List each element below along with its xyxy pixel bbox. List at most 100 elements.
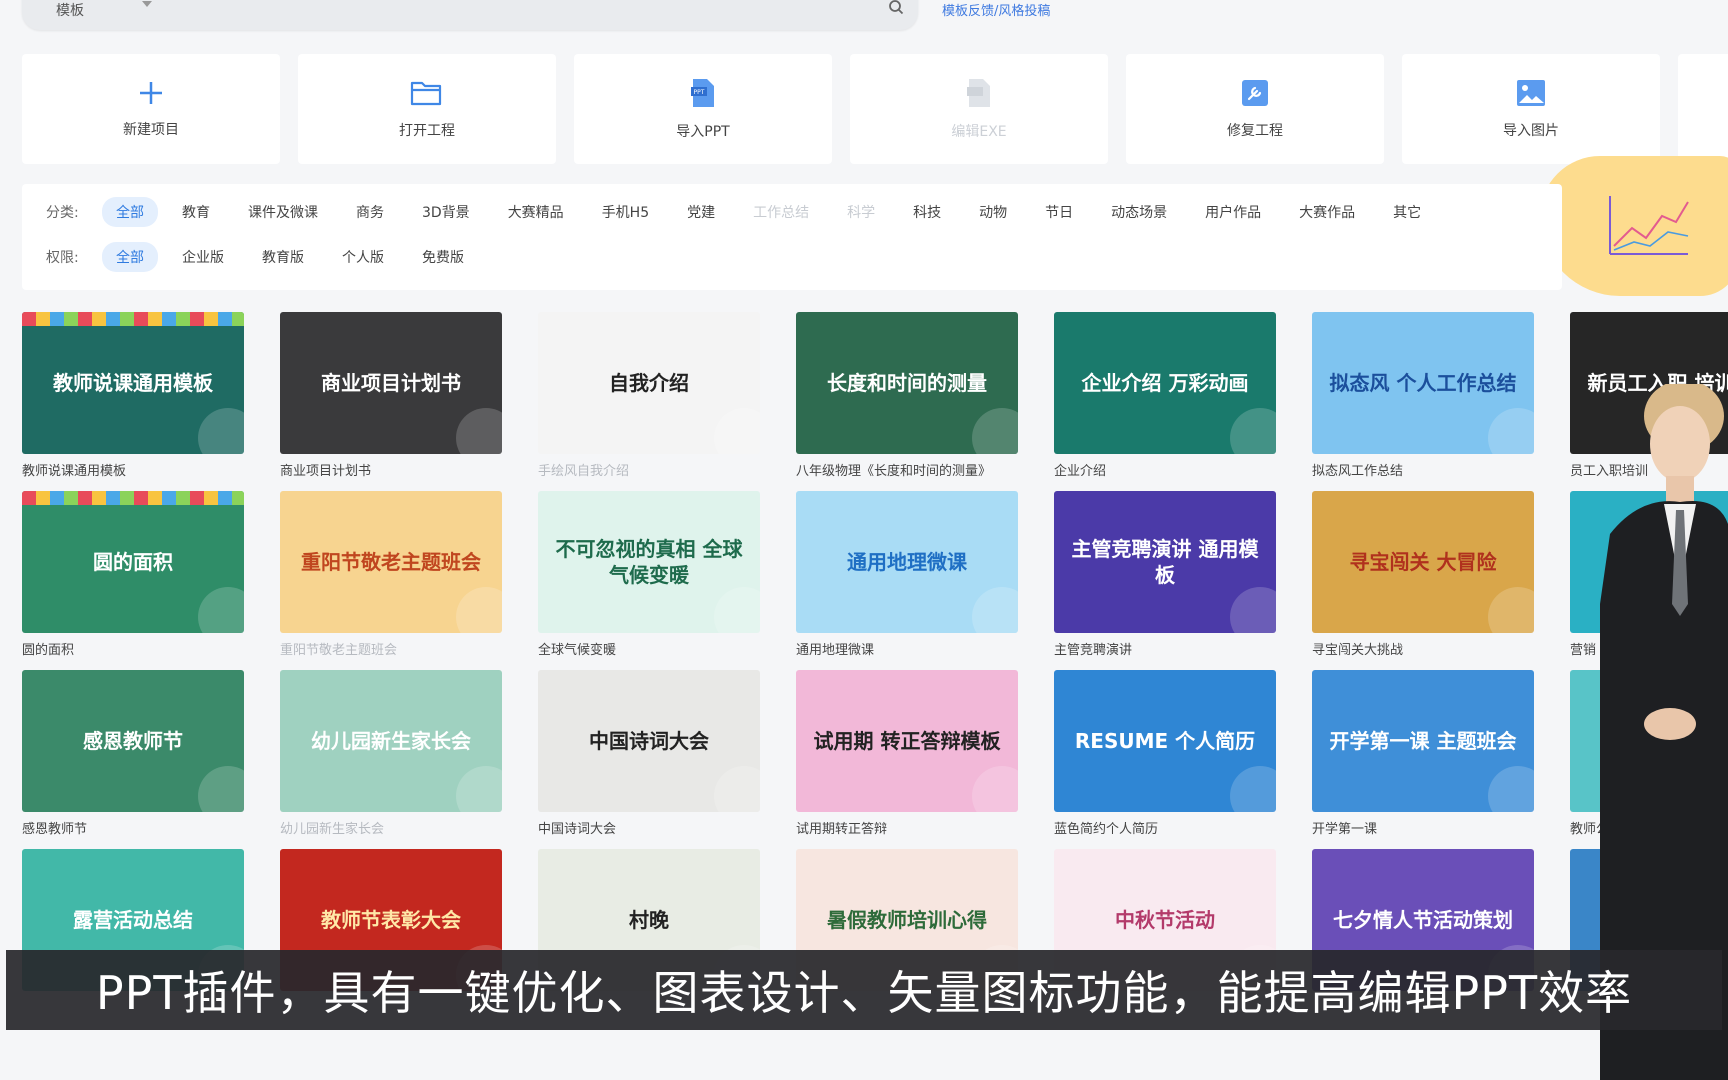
template-thumbnail[interactable]: 不可忽视的真相 全球气候变暖 <box>538 491 760 633</box>
template-caption[interactable]: 通用地理微课 <box>796 639 1018 658</box>
template-caption[interactable]: 企业介绍 <box>1054 460 1276 479</box>
template-card[interactable]: 商业项目计划书 商业项目计划书 <box>280 312 502 479</box>
template-caption[interactable]: 圆的面积 <box>22 639 244 658</box>
template-thumbnail[interactable]: 长度和时间的测量 <box>796 312 1018 454</box>
bunting-decoration <box>22 312 244 326</box>
template-card[interactable]: 长度和时间的测量八年级物理《长度和时间的测量》 <box>796 312 1018 479</box>
thumbnail-decoration <box>1488 766 1534 812</box>
template-caption[interactable]: 商业项目计划书 <box>280 460 502 479</box>
template-thumbnail-title: 七夕情人节活动策划 <box>1333 908 1513 932</box>
import-ppt-button[interactable]: PPT 导入PPT <box>574 54 832 164</box>
category-chip[interactable]: 商务 <box>342 197 398 227</box>
template-thumbnail-title: 村晚 <box>629 908 669 932</box>
template-caption[interactable]: 试用期转正答辩 <box>796 818 1018 837</box>
category-chip[interactable]: 工作总结 <box>739 197 823 227</box>
template-thumbnail[interactable]: 重阳节敬老主题班会 <box>280 491 502 633</box>
new-project-button[interactable]: 新建项目 <box>22 54 280 164</box>
import-image-button[interactable]: 导入图片 <box>1402 54 1660 164</box>
template-thumbnail[interactable]: 圆的面积 <box>22 491 244 633</box>
category-chip[interactable]: 动物 <box>965 197 1021 227</box>
filter-panel: 分类: 全部 教育 课件及微课 商务 3D背景 大赛精品 手机H5 党建 工作总结 科学 科技 动物节… <box>22 184 1562 290</box>
permission-chip[interactable]: 企业版 <box>168 242 238 272</box>
template-thumbnail[interactable]: 试用期 转正答辩模板 <box>796 670 1018 812</box>
category-chip[interactable]: 大赛作品 <box>1285 197 1369 227</box>
template-card[interactable]: 重阳节敬老主题班会 重阳节敬老主题班会 <box>280 491 502 658</box>
template-card[interactable]: 圆的面积 圆的面积 <box>22 491 244 658</box>
template-thumbnail-title: 重阳节敬老主题班会 <box>301 550 481 574</box>
template-thumbnail[interactable]: 通用地理微课 <box>796 491 1018 633</box>
category-chip[interactable]: 节日 <box>1031 197 1087 227</box>
template-card[interactable]: RESUME 个人简历蓝色简约个人简历 <box>1054 670 1276 837</box>
template-caption[interactable]: 八年级物理《长度和时间的测量》 <box>796 460 1018 479</box>
template-card[interactable]: 中国诗词大会 中国诗词大会 <box>538 670 760 837</box>
template-caption[interactable]: 全球气候变暖 <box>538 639 760 658</box>
template-card[interactable]: 感恩教师节 感恩教师节 <box>22 670 244 837</box>
template-caption[interactable]: 中国诗词大会 <box>538 818 760 837</box>
template-card[interactable]: 幼儿园新生家长会 幼儿园新生家长会 <box>280 670 502 837</box>
permission-chip[interactable]: 个人版 <box>328 242 398 272</box>
template-thumbnail[interactable]: 开学第一课 主题班会 <box>1312 670 1534 812</box>
template-thumbnail[interactable]: 幼儿园新生家长会 <box>280 670 502 812</box>
category-chip[interactable]: 科技 <box>899 197 955 227</box>
template-caption[interactable]: 感恩教师节 <box>22 818 244 837</box>
template-thumbnail[interactable]: RESUME 个人简历 <box>1054 670 1276 812</box>
category-chip[interactable]: 大赛精品 <box>494 197 578 227</box>
open-project-button[interactable]: 打开工程 <box>298 54 556 164</box>
category-chip[interactable]: 用户作品 <box>1191 197 1275 227</box>
template-thumbnail-title: 自我介绍 <box>609 371 689 395</box>
template-thumbnail[interactable]: 寻宝闯关 大冒险 <box>1312 491 1534 633</box>
chevron-down-icon[interactable] <box>142 1 152 7</box>
template-caption[interactable]: 幼儿园新生家长会 <box>280 818 502 837</box>
template-card[interactable]: 主管竞聘演讲 通用模板主管竞聘演讲 <box>1054 491 1276 658</box>
category-chip[interactable]: 手机H5 <box>588 197 663 227</box>
edit-exe-button[interactable]: 编辑EXE <box>850 54 1108 164</box>
template-caption[interactable]: 教师说课通用模板 <box>22 460 244 479</box>
template-card[interactable]: 不可忽视的真相 全球气候变暖全球气候变暖 <box>538 491 760 658</box>
template-thumbnail[interactable]: 教师说课通用模板 <box>22 312 244 454</box>
template-card[interactable]: 寻宝闯关 大冒险寻宝闯关大挑战 <box>1312 491 1534 658</box>
template-caption[interactable]: 重阳节敬老主题班会 <box>280 639 502 658</box>
permission-chip[interactable]: 全部 <box>102 242 158 272</box>
template-card[interactable]: 通用地理微课 通用地理微课 <box>796 491 1018 658</box>
template-feedback-link[interactable]: 模板反馈/风格投稿 <box>942 0 1050 19</box>
template-thumbnail[interactable]: 拟态风 个人工作总结 <box>1312 312 1534 454</box>
template-caption[interactable]: 开学第一课 <box>1312 818 1534 837</box>
search-icon[interactable] <box>888 0 904 15</box>
category-chip[interactable]: 其它 <box>1379 197 1435 227</box>
permission-label: 权限: <box>46 250 79 266</box>
template-thumbnail[interactable]: 企业介绍 万彩动画 <box>1054 312 1276 454</box>
template-card[interactable]: 自我介绍手绘风自我介绍 <box>538 312 760 479</box>
template-caption[interactable]: 主管竞聘演讲 <box>1054 639 1276 658</box>
template-card[interactable]: 教师说课通用模板 教师说课通用模板 <box>22 312 244 479</box>
thumbnail-decoration <box>972 766 1018 812</box>
search-scope-select[interactable]: 模板 <box>56 0 84 20</box>
search-bar[interactable]: 模板 <box>22 0 918 30</box>
category-chip[interactable]: 课件及微课 <box>234 197 332 227</box>
category-chip[interactable]: 教育 <box>168 197 224 227</box>
thumbnail-decoration <box>456 766 502 812</box>
permission-chip[interactable]: 教育版 <box>248 242 318 272</box>
category-chip[interactable]: 科学 <box>833 197 889 227</box>
repair-project-button[interactable]: 修复工程 <box>1126 54 1384 164</box>
template-thumbnail[interactable]: 商业项目计划书 <box>280 312 502 454</box>
subtitle-text: PPT插件，具有一键优化、图表设计、矢量图标功能，能提高编辑PPT效率 <box>95 966 1633 1020</box>
template-thumbnail[interactable]: 自我介绍 <box>538 312 760 454</box>
more-actions-card[interactable] <box>1678 54 1728 164</box>
category-chip[interactable]: 动态场景 <box>1097 197 1181 227</box>
template-caption[interactable]: 寻宝闯关大挑战 <box>1312 639 1534 658</box>
category-chip[interactable]: 党建 <box>673 197 729 227</box>
permission-chip[interactable]: 免费版 <box>408 242 478 272</box>
template-caption[interactable]: 手绘风自我介绍 <box>538 460 760 479</box>
template-caption[interactable]: 拟态风工作总结 <box>1312 460 1534 479</box>
template-thumbnail[interactable]: 中国诗词大会 <box>538 670 760 812</box>
template-caption[interactable]: 蓝色简约个人简历 <box>1054 818 1276 837</box>
template-thumbnail-title: 教师说课通用模板 <box>53 371 213 395</box>
template-thumbnail[interactable]: 感恩教师节 <box>22 670 244 812</box>
template-card[interactable]: 开学第一课 主题班会开学第一课 <box>1312 670 1534 837</box>
template-card[interactable]: 拟态风 个人工作总结拟态风工作总结 <box>1312 312 1534 479</box>
template-card[interactable]: 企业介绍 万彩动画企业介绍 <box>1054 312 1276 479</box>
template-card[interactable]: 试用期 转正答辩模板试用期转正答辩 <box>796 670 1018 837</box>
category-chip[interactable]: 全部 <box>102 197 158 227</box>
category-chip[interactable]: 3D背景 <box>408 197 484 227</box>
template-thumbnail[interactable]: 主管竞聘演讲 通用模板 <box>1054 491 1276 633</box>
